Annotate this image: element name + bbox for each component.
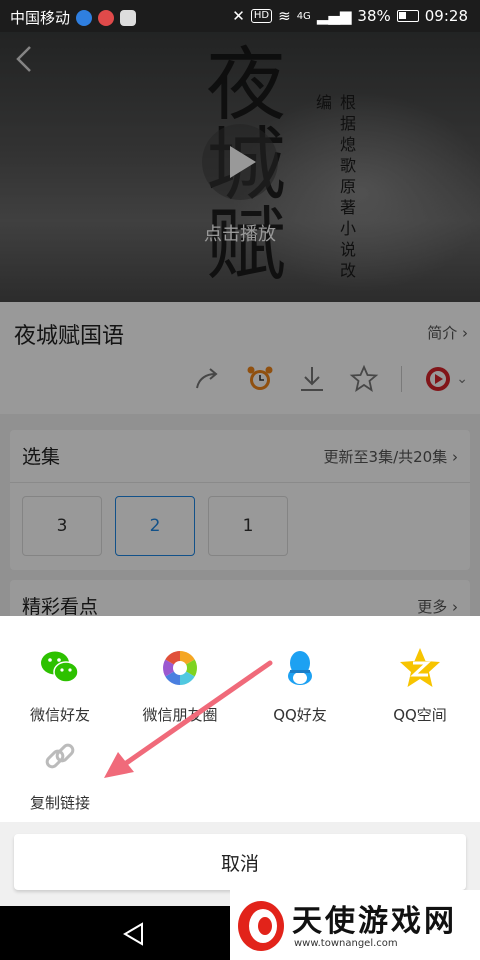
share-options-panel: 微信好友 微信朋友圈 QQ好友 QQ空间 复制链接: [0, 616, 480, 822]
app-notification-icon: [98, 9, 115, 26]
signal-icon: ▂▄▆: [316, 7, 352, 25]
mute-icon: ✕: [232, 7, 245, 25]
share-label: QQ空间: [393, 706, 447, 724]
watermark-logo: [238, 901, 284, 951]
share-label: 微信朋友圈: [142, 706, 218, 724]
moments-icon: [163, 651, 197, 685]
hd-icon: HD: [250, 9, 273, 23]
share-moments[interactable]: 微信朋友圈: [120, 646, 240, 725]
nav-back-icon[interactable]: [122, 922, 146, 946]
watermark-text: 天使游戏网: [292, 904, 457, 939]
qzone-icon: [400, 648, 440, 687]
wechat-icon: [41, 651, 79, 683]
wechat-notification-icon: [120, 9, 137, 26]
link-icon: [45, 743, 75, 769]
share-qzone[interactable]: QQ空间: [360, 646, 480, 725]
watermark: 天使游戏网 www.townangel.com: [230, 890, 480, 960]
watermark-url: www.townangel.com: [294, 938, 398, 949]
network-type: 4G: [296, 10, 311, 22]
qq-icon: [288, 651, 312, 685]
notification-icon: [76, 9, 93, 26]
share-label: 微信好友: [29, 706, 90, 724]
clock: 09:28: [424, 7, 468, 25]
cancel-button[interactable]: 取消: [14, 834, 466, 890]
share-label: QQ好友: [273, 706, 327, 724]
carrier-label: 中国移动: [10, 9, 71, 27]
wifi-icon: ≋: [278, 7, 291, 25]
share-wechat-friend[interactable]: 微信好友: [0, 646, 120, 725]
copy-link-option[interactable]: 复制链接: [0, 734, 120, 813]
share-label: 复制链接: [29, 794, 90, 812]
status-bar: 中国移动 ✕ HD ≋ 4G ▂▄▆ 38% 09:28: [0, 0, 480, 32]
share-sheet: 微信好友 微信朋友圈 QQ好友 QQ空间 复制链接 取消: [0, 616, 480, 906]
battery-icon: [396, 10, 419, 22]
battery-percent: 38%: [357, 7, 391, 25]
share-qq-friend[interactable]: QQ好友: [240, 646, 360, 725]
